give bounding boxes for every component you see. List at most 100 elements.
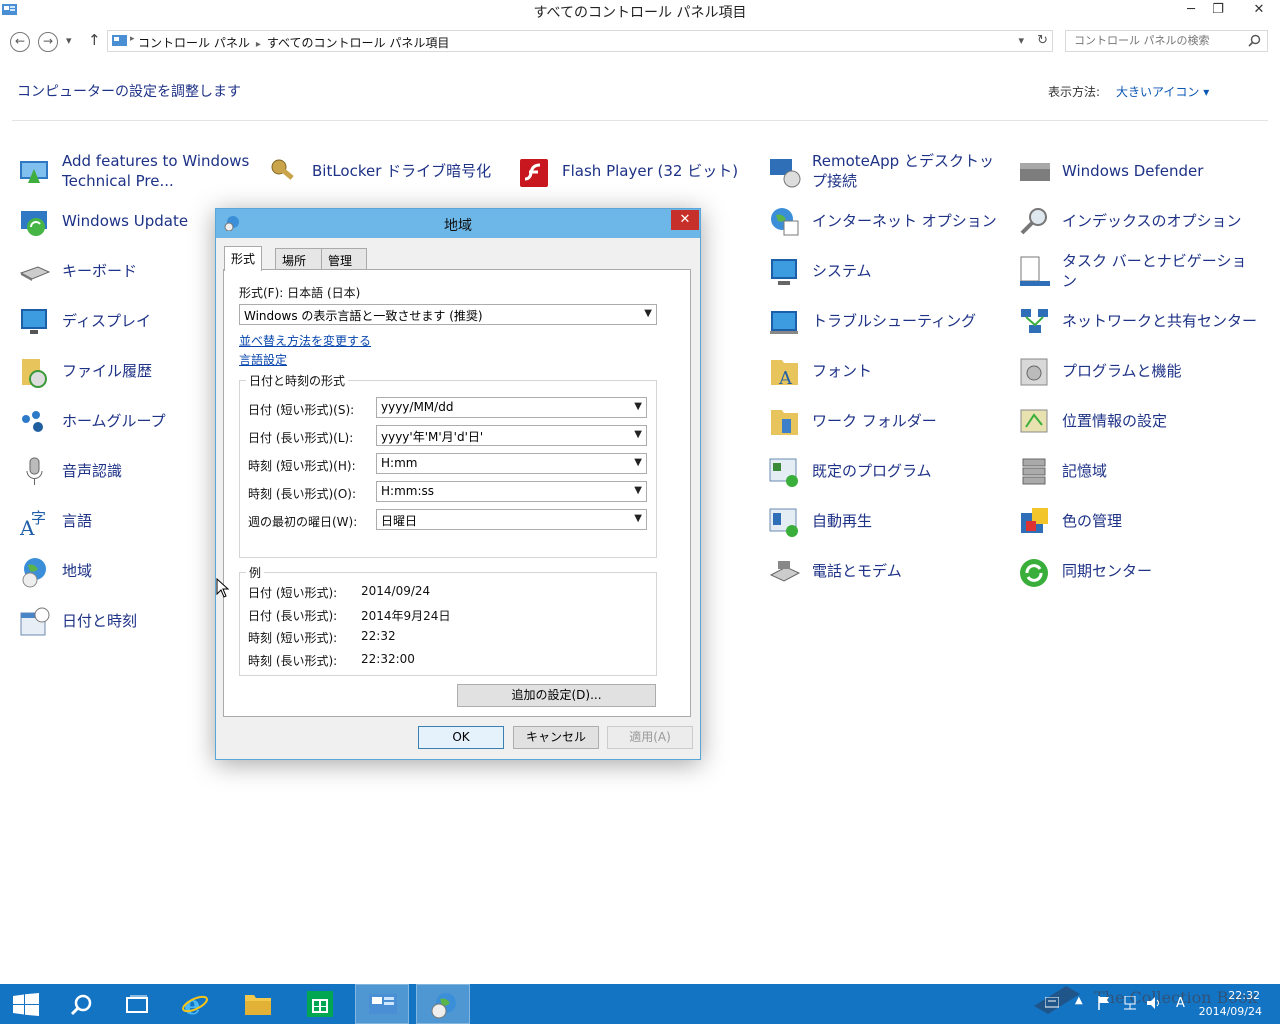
- store-button[interactable]: [293, 984, 347, 1024]
- globe-clock-icon: [431, 993, 456, 1019]
- search-button[interactable]: [54, 984, 108, 1024]
- phone-modem-icon: [769, 561, 801, 582]
- breadcrumb-item[interactable]: すべてのコントロール パネル項目: [267, 36, 450, 50]
- group-title: 例: [246, 564, 265, 581]
- folder-icon: [245, 995, 271, 1015]
- first-day-select[interactable]: 日曜日 ▼: [376, 509, 647, 530]
- item-label: Flash Player (32 ビット): [562, 162, 739, 180]
- internet-explorer-button[interactable]: e: [168, 984, 222, 1024]
- item-network-sharing[interactable]: ネットワークと共有センター: [1018, 299, 1258, 343]
- address-box[interactable]: ▸ コントロール パネル ▸ すべてのコントロール パネル項目 ▾ ↻: [107, 30, 1053, 52]
- action-center-icon[interactable]: [1045, 997, 1059, 1009]
- back-button[interactable]: ←: [10, 32, 30, 52]
- volume-icon[interactable]: [1146, 996, 1162, 1010]
- long-date-label: 日付 (長い形式)(L):: [248, 431, 354, 445]
- change-sorting-link[interactable]: 並べ替え方法を変更する: [239, 332, 371, 349]
- search-input[interactable]: [1074, 34, 1244, 47]
- tab-formats[interactable]: 形式: [224, 246, 263, 271]
- up-button[interactable]: ↑: [88, 31, 101, 49]
- format-select[interactable]: Windows の表示言語と一致させます (推奨) ▼: [239, 304, 657, 325]
- short-date-select[interactable]: yyyy/MM/dd ▼: [376, 397, 647, 418]
- item-flash-player[interactable]: Flash Player (32 ビット): [518, 149, 758, 193]
- item-storage-spaces[interactable]: 記憶域: [1018, 449, 1258, 493]
- view-by-dropdown[interactable]: 大きいアイコン ▾: [1116, 83, 1209, 100]
- item-color-management[interactable]: 色の管理: [1018, 499, 1258, 543]
- calendar-clock-icon: [20, 607, 50, 636]
- item-label: ネットワークと共有センター: [1062, 312, 1258, 330]
- item-taskbar-navigation[interactable]: タスク バーとナビゲーション: [1018, 249, 1258, 293]
- tab-location[interactable]: 場所: [275, 248, 322, 270]
- show-hidden-icons-icon[interactable]: ▲: [1075, 995, 1083, 1006]
- item-work-folders[interactable]: ワーク フォルダー: [768, 399, 1008, 443]
- item-label: RemoteApp とデスクトップ接続: [812, 152, 994, 190]
- item-indexing-options[interactable]: インデックスのオプション: [1018, 199, 1258, 243]
- dialog-close-button[interactable]: ✕: [671, 210, 699, 230]
- breadcrumb-item[interactable]: コントロール パネル: [138, 36, 250, 50]
- item-internet-options[interactable]: インターネット オプション: [768, 199, 1008, 243]
- item-location-settings[interactable]: 位置情報の設定: [1018, 399, 1258, 443]
- item-bitlocker[interactable]: BitLocker ドライブ暗号化: [268, 149, 508, 193]
- long-date-select[interactable]: yyyy'年'M'月'd'日' ▼: [376, 425, 647, 446]
- windows-defender-icon: [1020, 163, 1050, 181]
- flash-player-icon: [520, 159, 548, 187]
- recent-locations-dropdown[interactable]: ▾: [66, 34, 72, 47]
- crumb-separator: ▸: [130, 34, 135, 44]
- file-history-icon: [22, 359, 47, 388]
- item-default-programs[interactable]: 既定のプログラム: [768, 449, 1008, 493]
- search-icon[interactable]: [1248, 34, 1261, 47]
- item-troubleshooting[interactable]: トラブルシューティング: [768, 299, 1008, 343]
- group-title: 日付と時刻の形式: [246, 372, 349, 389]
- breadcrumb: コントロール パネル ▸ すべてのコントロール パネル項目: [138, 34, 449, 51]
- control-panel-taskbar-button[interactable]: [355, 984, 409, 1024]
- cancel-button[interactable]: キャンセル: [513, 726, 599, 749]
- language-settings-link[interactable]: 言語設定: [239, 351, 287, 368]
- network-tray-icon[interactable]: [1122, 996, 1138, 1010]
- dialog-title-bar[interactable]: 地域 ✕: [216, 209, 700, 238]
- example-label: 日付 (長い形式):: [248, 609, 338, 623]
- default-programs-icon: [769, 458, 798, 487]
- work-folders-icon: [771, 410, 798, 435]
- item-remoteapp[interactable]: RemoteApp とデスクトップ接続: [768, 149, 1008, 193]
- forward-button[interactable]: →: [38, 32, 58, 52]
- region-taskbar-button[interactable]: [416, 984, 470, 1024]
- address-dropdown[interactable]: ▾: [1018, 34, 1024, 47]
- item-programs-features[interactable]: プログラムと機能: [1018, 349, 1258, 393]
- flag-icon[interactable]: [1098, 996, 1110, 1010]
- short-time-value: H:mm: [381, 456, 418, 470]
- short-date-label: 日付 (短い形式)(S):: [248, 403, 355, 417]
- item-phone-modem[interactable]: 電話とモデム: [768, 549, 1008, 593]
- first-day-label: 週の最初の曜日(W):: [248, 515, 358, 529]
- short-time-select[interactable]: H:mm ▼: [376, 453, 647, 474]
- item-label: 自動再生: [812, 512, 873, 530]
- clock-time[interactable]: 22:32: [1200, 989, 1260, 1002]
- additional-settings-button[interactable]: 追加の設定(D)...: [457, 684, 656, 707]
- ime-indicator[interactable]: A: [1176, 996, 1185, 1011]
- minimize-button[interactable]: ─: [1178, 0, 1204, 20]
- clock-date[interactable]: 2014/09/24: [1190, 1005, 1262, 1018]
- format-label: 形式(F): 日本語 (日本): [239, 286, 361, 300]
- ok-button[interactable]: OK: [418, 726, 504, 749]
- restore-button[interactable]: ❐: [1205, 0, 1231, 20]
- sync-center-icon: [1020, 559, 1048, 587]
- item-autoplay[interactable]: 自動再生: [768, 499, 1008, 543]
- task-view-button[interactable]: [110, 984, 164, 1024]
- start-button[interactable]: [0, 984, 54, 1024]
- item-add-features[interactable]: Add features to Windows Technical Pre...: [18, 149, 258, 193]
- item-fonts[interactable]: A フォント: [768, 349, 1008, 393]
- item-system[interactable]: システム: [768, 249, 1008, 293]
- page-title: コンピューターの設定を調整します: [17, 84, 241, 100]
- search-box[interactable]: [1065, 30, 1268, 52]
- long-date-value: yyyy'年'M'月'd'日': [381, 430, 484, 444]
- item-sync-center[interactable]: 同期センター: [1018, 549, 1258, 593]
- refresh-button[interactable]: ↻: [1037, 33, 1048, 48]
- long-time-select[interactable]: H:mm:ss ▼: [376, 481, 647, 502]
- item-label: 色の管理: [1062, 512, 1123, 530]
- item-windows-defender[interactable]: Windows Defender: [1018, 149, 1258, 193]
- close-button[interactable]: ✕: [1242, 0, 1276, 20]
- item-label: 同期センター: [1062, 562, 1153, 580]
- apply-button[interactable]: 適用(A): [607, 726, 693, 749]
- tab-administrative[interactable]: 管理: [321, 248, 367, 270]
- mouse-cursor-icon: [216, 578, 230, 598]
- file-explorer-button[interactable]: [231, 984, 285, 1024]
- item-label: 記憶域: [1062, 462, 1108, 480]
